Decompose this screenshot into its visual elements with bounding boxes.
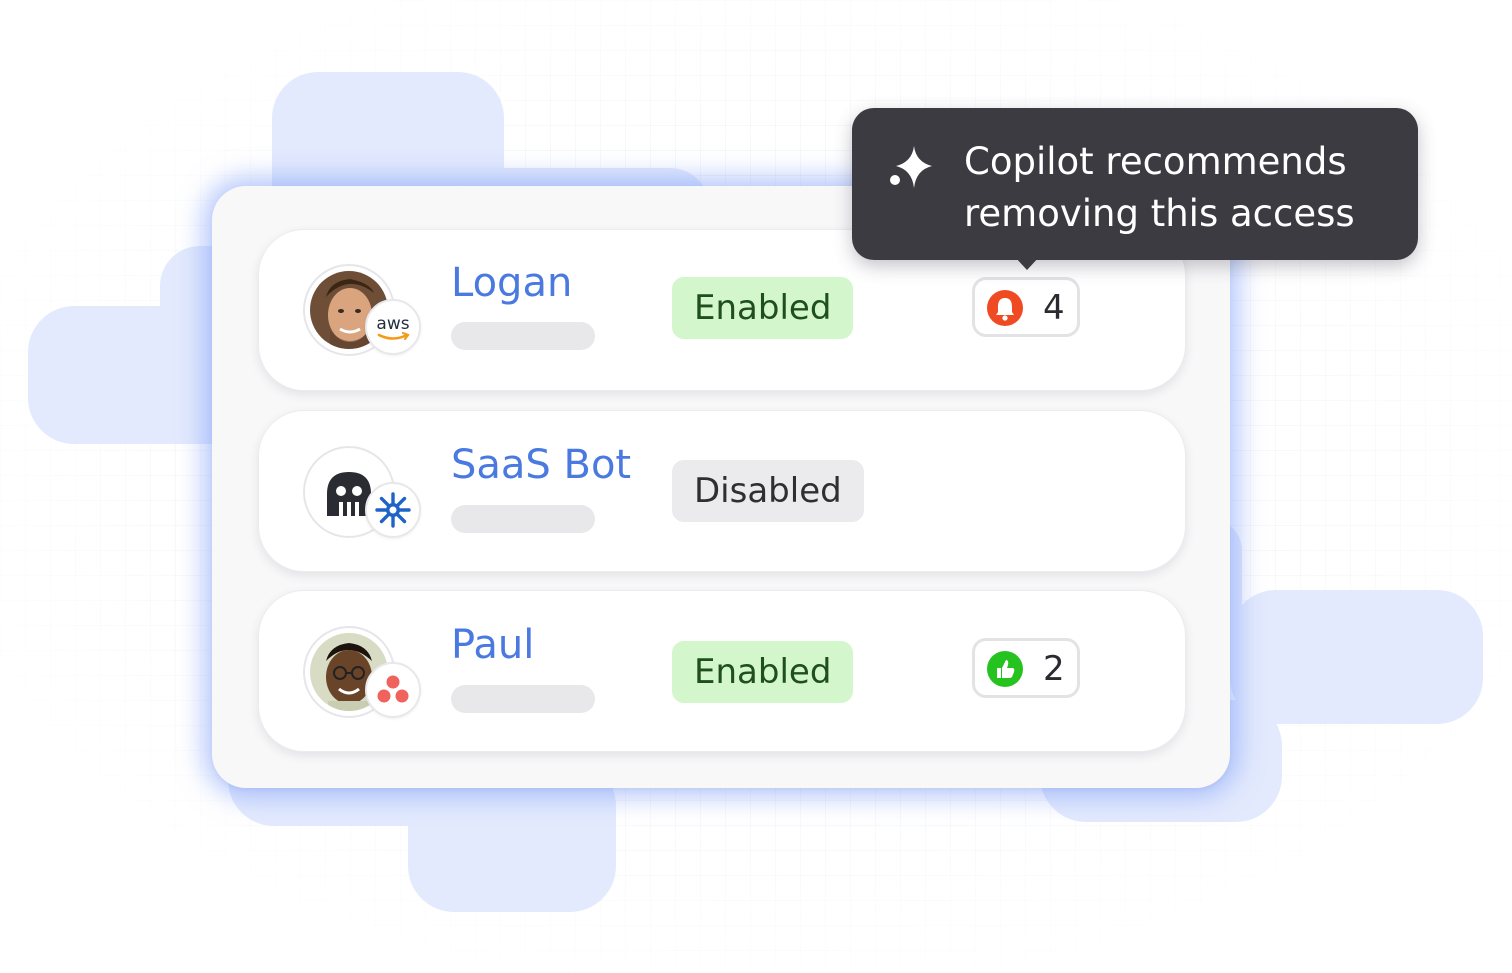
placeholder-bar bbox=[451, 505, 595, 533]
background-shape bbox=[1230, 590, 1483, 724]
user-name[interactable]: Paul bbox=[451, 622, 534, 668]
thumbs-up-icon bbox=[987, 651, 1023, 687]
status-badge: Enabled bbox=[672, 641, 854, 703]
tooltip-message: Copilot recommends removing this access bbox=[964, 140, 1355, 235]
aws-logo: aws bbox=[365, 299, 421, 355]
asana-logo bbox=[365, 662, 421, 718]
sparkle-icon bbox=[886, 142, 936, 192]
user-name[interactable]: SaaS Bot bbox=[451, 442, 631, 488]
bell-icon bbox=[987, 290, 1023, 326]
status-badge: Disabled bbox=[672, 460, 864, 522]
placeholder-bar bbox=[451, 322, 595, 350]
alert-count-chip[interactable]: 4 bbox=[972, 277, 1080, 337]
snowflake-logo bbox=[365, 482, 421, 538]
copilot-tooltip: Copilot recommends removing this access bbox=[852, 108, 1418, 260]
placeholder-bar bbox=[451, 685, 595, 713]
approval-count-chip[interactable]: 2 bbox=[972, 638, 1080, 698]
tooltip-pointer bbox=[1014, 256, 1040, 270]
status-badge: Enabled bbox=[672, 277, 854, 339]
alert-count: 4 bbox=[1043, 288, 1065, 328]
user-name[interactable]: Logan bbox=[451, 260, 572, 306]
aws-logo-text: aws bbox=[376, 314, 409, 334]
approval-count: 2 bbox=[1043, 649, 1065, 689]
